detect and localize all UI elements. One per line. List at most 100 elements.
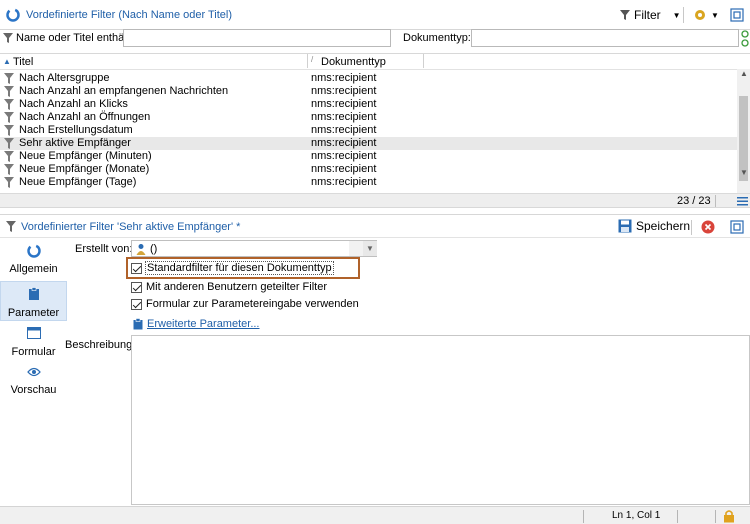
close-icon[interactable]: [701, 220, 715, 234]
table-row[interactable]: Neue Empfänger (Monate) nms:recipient: [0, 163, 737, 176]
gear-icon: [695, 10, 705, 20]
funnel-icon: [4, 112, 14, 123]
row-doctype: nms:recipient: [311, 176, 377, 188]
filter-dropdown-button[interactable]: Filter ▼: [620, 6, 681, 24]
clipboard-icon: [133, 318, 143, 330]
cursor-position: Ln 1, Col 1: [612, 510, 661, 521]
funnel-icon: [4, 73, 14, 84]
scroll-down-icon[interactable]: ▼: [740, 168, 748, 177]
filter-table: ▲ Titel / Dokumenttyp Nach Altersgruppe …: [0, 53, 750, 208]
row-title: Neue Empfänger (Tage): [19, 176, 137, 188]
row-title: Nach Erstellungsdatum: [19, 124, 133, 136]
row-title: Neue Empfänger (Minuten): [19, 150, 152, 162]
filter-button-label: Filter: [634, 8, 661, 22]
funnel-icon: [4, 99, 14, 110]
row-title: Sehr aktive Empfänger: [19, 137, 131, 149]
row-doctype: nms:recipient: [311, 72, 377, 84]
created-by-clear[interactable]: [349, 241, 363, 256]
row-title: Nach Anzahl an Klicks: [19, 98, 128, 110]
detail-title: Vordefinierter Filter 'Sehr aktive Empfä…: [21, 221, 241, 233]
row-doctype: nms:recipient: [311, 163, 377, 175]
chevron-down-icon: ▼: [711, 10, 719, 20]
row-title: Neue Empfänger (Monate): [19, 163, 150, 175]
row-doctype: nms:recipient: [311, 124, 377, 136]
option-default-filter[interactable]: Standardfilter für diesen Dokumenttyp: [131, 261, 334, 275]
status-bar: Ln 1, Col 1: [0, 506, 750, 524]
name-filter-input[interactable]: [123, 29, 391, 47]
row-doctype: nms:recipient: [311, 137, 377, 149]
nav-item-label: Parameter: [7, 307, 60, 319]
side-navigation: Allgemein Parameter Formular Vorschau: [0, 240, 68, 420]
column-divider: [307, 54, 308, 68]
nav-item-label: Allgemein: [9, 263, 58, 275]
table-row[interactable]: Neue Empfänger (Tage) nms:recipient: [0, 176, 737, 189]
status-divider: [677, 510, 678, 523]
option-label: Formular zur Parametereingabe verwenden: [146, 298, 359, 310]
globe-icon: [26, 244, 41, 258]
funnel-icon: [3, 33, 13, 43]
funnel-icon: [4, 125, 14, 136]
toolbar-divider: [683, 7, 684, 23]
user-icon: [136, 244, 146, 255]
name-filter-label: Name oder Titel enthält:: [16, 32, 133, 44]
table-row[interactable]: Nach Anzahl an Klicks nms:recipient: [0, 98, 737, 111]
save-icon: [618, 219, 632, 233]
funnel-icon: [6, 221, 16, 232]
checkbox-checked[interactable]: [131, 262, 142, 274]
maximize-icon[interactable]: [730, 8, 744, 22]
list-menu-icon[interactable]: [737, 196, 748, 206]
option-label: Mit anderen Benutzern geteilter Filter: [146, 281, 327, 293]
form-icon: [26, 327, 41, 339]
doctype-filter-input[interactable]: [471, 29, 739, 47]
table-row[interactable]: Nach Anzahl an empfangenen Nachrichten n…: [0, 85, 737, 98]
funnel-icon: [4, 164, 14, 175]
created-by-field[interactable]: () ▼: [131, 240, 377, 257]
row-doctype: nms:recipient: [311, 85, 377, 97]
funnel-icon: [4, 138, 14, 149]
nav-item-parameter[interactable]: Parameter: [0, 281, 67, 321]
settings-dropdown-button[interactable]: ▼: [692, 7, 719, 23]
maximize-icon[interactable]: [730, 220, 744, 234]
status-divider: [583, 510, 584, 523]
option-label: Standardfilter für diesen Dokumenttyp: [145, 261, 334, 275]
created-by-label: Erstellt von:: [75, 243, 133, 255]
nav-item-preview[interactable]: Vorschau: [0, 367, 67, 403]
table-row[interactable]: Nach Altersgruppe nms:recipient: [0, 72, 737, 85]
row-title: Nach Anzahl an Öffnungen: [19, 111, 151, 123]
table-row-selected[interactable]: Sehr aktive Empfänger nms:recipient: [0, 137, 737, 150]
checkbox-checked[interactable]: [131, 281, 142, 293]
description-textarea[interactable]: [131, 335, 750, 505]
advanced-parameters-link[interactable]: Erweiterte Parameter...: [133, 318, 260, 330]
nav-item-form[interactable]: Formular: [0, 327, 67, 363]
window-title: Vordefinierte Filter (Nach Name oder Tit…: [26, 9, 233, 21]
option-parameter-form[interactable]: Formular zur Parametereingabe verwenden: [131, 298, 359, 310]
table-row[interactable]: Nach Erstellungsdatum nms:recipient: [0, 124, 737, 137]
save-button-label: Speichern: [636, 219, 691, 233]
nav-item-label: Vorschau: [10, 384, 57, 396]
refresh-icon[interactable]: [741, 29, 749, 49]
nav-item-label: Formular: [11, 346, 56, 358]
description-label: Beschreibung:: [65, 339, 136, 351]
table-row[interactable]: Neue Empfänger (Minuten) nms:recipient: [0, 150, 737, 163]
row-doctype: nms:recipient: [311, 111, 377, 123]
save-button[interactable]: Speichern: [618, 219, 690, 233]
footer-divider: [715, 195, 716, 207]
column-divider: [423, 54, 424, 68]
row-title: Nach Altersgruppe: [19, 72, 110, 84]
funnel-icon: [4, 151, 14, 162]
eye-icon: [26, 367, 41, 377]
funnel-icon: [4, 86, 14, 97]
checkbox-checked[interactable]: [131, 298, 142, 310]
chevron-down-icon: ▼: [672, 10, 681, 20]
nav-item-general[interactable]: Allgemein: [0, 244, 67, 280]
funnel-icon: [4, 177, 14, 188]
row-doctype: nms:recipient: [311, 98, 377, 110]
scroll-up-icon[interactable]: ▲: [740, 69, 748, 78]
table-row[interactable]: Nach Anzahl an Öffnungen nms:recipient: [0, 111, 737, 124]
table-footer: 23 / 23: [0, 193, 750, 207]
lock-icon: [724, 510, 734, 523]
chevron-down-icon[interactable]: ▼: [363, 241, 377, 256]
column-resize-icon: /: [311, 55, 314, 64]
row-count: 23 / 23: [677, 195, 711, 207]
option-shared-filter[interactable]: Mit anderen Benutzern geteilter Filter: [131, 281, 327, 293]
